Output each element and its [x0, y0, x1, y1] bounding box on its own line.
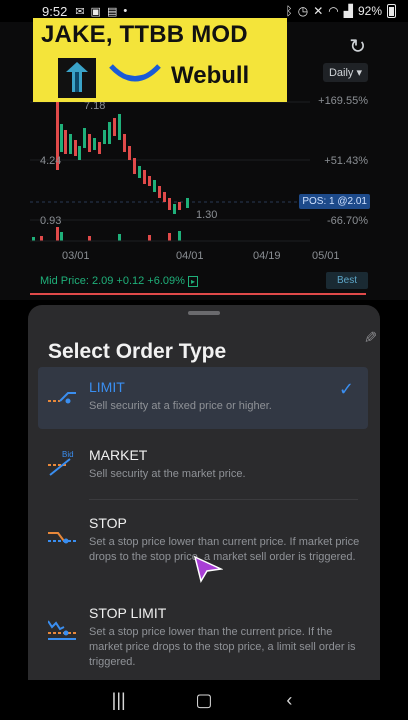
market-order-icon: Bid	[48, 450, 74, 476]
app-icon: ▣	[90, 5, 101, 18]
recent-apps-icon[interactable]: |||	[99, 690, 139, 711]
home-icon[interactable]: ▢	[184, 690, 224, 711]
webull-logo-icon	[109, 64, 161, 82]
order-type-name: STOP LIMIT	[89, 605, 167, 621]
order-type-description: Set a stop price lower than the current …	[89, 626, 356, 668]
refresh-icon[interactable]: ↻	[349, 34, 366, 59]
order-type-sheet: ✎ Select Order Type LIMIT Sell security …	[28, 305, 380, 680]
status-time: 9:52	[42, 3, 68, 19]
volume-bars	[32, 227, 181, 241]
divider	[89, 499, 358, 500]
pct-top-label: +169.55%	[318, 95, 368, 107]
position-badge: POS: 1 @2.01	[299, 194, 370, 209]
best-button[interactable]: Best	[325, 272, 368, 289]
signal-icon: ▟	[343, 4, 353, 18]
x-tick: 05/01	[312, 250, 340, 262]
order-type-name: MARKET	[89, 447, 148, 463]
alarm-icon: ◷	[297, 4, 309, 18]
ttbb-logo	[58, 58, 96, 98]
period-select-label: Daily	[328, 67, 354, 79]
dot-icon: •	[123, 4, 128, 17]
battery-percent: 92%	[357, 4, 382, 18]
banner-brand: Webull	[171, 62, 250, 89]
svg-text:Bid: Bid	[62, 450, 74, 459]
banner-title: JAKE, TTBB MOD	[41, 21, 248, 48]
x-tick: 04/01	[176, 250, 204, 262]
video-banner: JAKE, TTBB MOD Webull	[33, 18, 287, 102]
notification-icons: ✉ ▣ ▤ •	[75, 5, 127, 18]
wifi-icon: ◠	[328, 4, 339, 18]
info-icon[interactable]: ▸	[188, 276, 199, 287]
order-type-description: Sell security at a fixed price or higher…	[89, 400, 272, 412]
mute-icon: ✕	[313, 4, 324, 18]
stop-limit-order-icon	[48, 620, 76, 640]
last-low-label: 1.30	[196, 209, 218, 221]
order-type-name: STOP	[89, 515, 127, 531]
order-type-limit[interactable]: LIMIT Sell security at a fixed price or …	[38, 367, 368, 429]
order-type-list: LIMIT Sell security at a fixed price or …	[38, 367, 368, 679]
battery-icon	[387, 4, 396, 18]
gallery-icon: ▤	[106, 5, 118, 18]
order-type-description: Sell security at the market price.	[89, 468, 246, 480]
low-price-label: 0.93	[40, 215, 62, 227]
bluetooth-icon: ᛒ	[285, 4, 293, 18]
x-tick: 03/01	[62, 250, 90, 262]
chevron-down-icon: ▾	[356, 67, 362, 79]
pct-mid-label: +51.43%	[324, 155, 368, 167]
edit-icon[interactable]: ✎	[359, 330, 379, 343]
status-right: ᛒ ◷ ✕ ◠ ▟ 92%	[285, 4, 396, 18]
sheet-drag-handle[interactable]	[188, 311, 220, 315]
limit-order-icon	[48, 392, 76, 404]
cursor-icon	[193, 555, 223, 583]
stop-order-icon	[48, 532, 76, 544]
order-type-stop-limit[interactable]: STOP LIMIT Set a stop price lower than t…	[38, 595, 368, 679]
message-icon: ✉	[75, 5, 85, 18]
mid-price-text: Mid Price: 2.09 +0.12 +6.09% ▸	[40, 275, 199, 287]
order-type-description: Set a stop price lower than current pric…	[89, 536, 360, 563]
x-tick: 04/19	[253, 250, 281, 262]
system-nav-bar: ||| ▢ ‹	[0, 680, 408, 720]
sheet-title: Select Order Type	[48, 340, 227, 363]
back-icon[interactable]: ‹	[269, 690, 309, 711]
pct-low-label: -66.70%	[327, 215, 368, 227]
mid-price-value: Mid Price: 2.09 +0.12 +6.09%	[40, 275, 185, 287]
order-type-market[interactable]: Bid MARKET Sell security at the market p…	[38, 435, 368, 500]
period-select[interactable]: Daily ▾	[322, 63, 368, 82]
check-icon: ✓	[338, 379, 354, 399]
order-type-name: LIMIT	[89, 379, 125, 395]
mid-price-label: 4.24	[40, 155, 62, 167]
candles	[56, 102, 189, 214]
